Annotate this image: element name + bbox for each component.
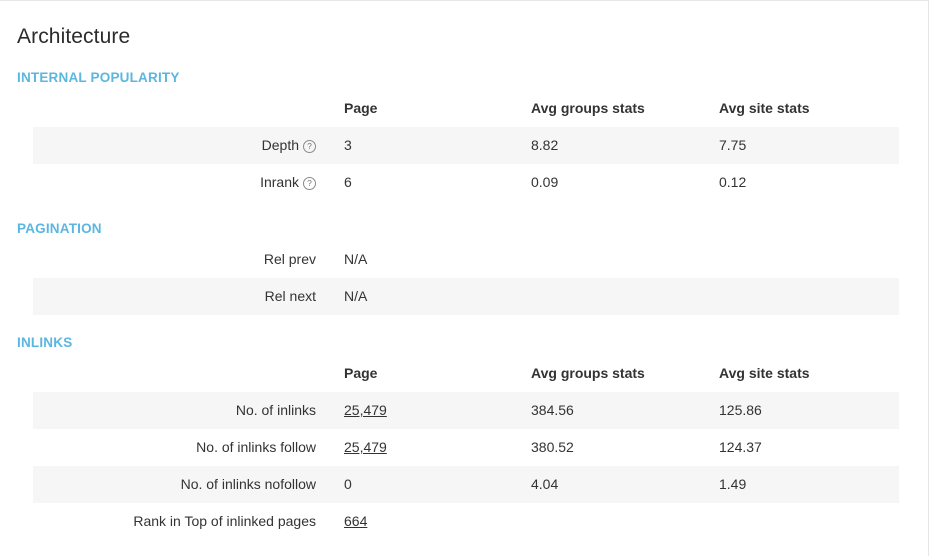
cell-avg-site: 125.86 (719, 402, 762, 418)
cell-page: 6 (344, 174, 352, 190)
row-label-inlinks: No. of inlinks (235, 402, 316, 418)
column-header-avg-groups: Avg groups stats (531, 365, 645, 381)
internal-popularity-table: Page Avg groups stats Avg site stats Dep… (33, 90, 899, 201)
inlinks-table: Page Avg groups stats Avg site stats No.… (33, 355, 899, 540)
table-row-inrank: Inrank? 6 0.09 0.12 (33, 164, 899, 201)
pagination-table: Rel prev N/A Rel next N/A (33, 241, 899, 315)
inlinks-page-link[interactable]: 25,479 (344, 402, 387, 418)
column-header-page: Page (344, 365, 378, 381)
help-circle-icon[interactable]: ? (303, 177, 316, 190)
column-header-avg-site: Avg site stats (719, 365, 810, 381)
cell-avg-site: 0.12 (719, 174, 747, 190)
row-label-inlinks-follow: No. of inlinks follow (196, 439, 316, 455)
cell-page: N/A (344, 251, 368, 267)
help-circle-icon[interactable]: ? (303, 140, 316, 153)
panel-title: Architecture (17, 25, 131, 48)
row-label-rank-top-inlinked: Rank in Top of inlinked pages (133, 513, 316, 529)
cell-avg-groups: 0.09 (531, 174, 559, 190)
section-title-pagination: PAGINATION (17, 221, 102, 236)
cell-page: 0 (344, 476, 352, 492)
cell-avg-site: 1.49 (719, 476, 747, 492)
table-row-rank-top-inlinked: Rank in Top of inlinked pages 664 (33, 503, 899, 540)
column-header-avg-groups: Avg groups stats (531, 100, 645, 116)
table-header-row: Page Avg groups stats Avg site stats (33, 355, 899, 392)
cell-avg-groups: 8.82 (531, 137, 559, 153)
section-title-internal-popularity: INTERNAL POPULARITY (17, 70, 180, 85)
table-header-row: Page Avg groups stats Avg site stats (33, 90, 899, 127)
rank-top-inlinked-link[interactable]: 664 (344, 513, 367, 529)
row-label-inrank: Inrank? (260, 164, 316, 201)
cell-page: 25,479 (344, 429, 387, 466)
architecture-panel: Architecture INTERNAL POPULARITY Page Av… (0, 0, 929, 556)
cell-page: 664 (344, 503, 367, 540)
column-header-avg-site: Avg site stats (719, 100, 810, 116)
row-label-depth: Depth? (262, 127, 316, 164)
cell-avg-groups: 380.52 (531, 439, 574, 455)
row-label-inlinks-nofollow: No. of inlinks nofollow (180, 476, 316, 492)
cell-avg-site: 124.37 (719, 439, 762, 455)
table-row-inlinks: No. of inlinks 25,479 384.56 125.86 (33, 392, 899, 429)
cell-page: N/A (344, 288, 368, 304)
table-row-inlinks-nofollow: No. of inlinks nofollow 0 4.04 1.49 (33, 466, 899, 503)
section-title-inlinks: INLINKS (17, 335, 73, 350)
cell-avg-groups: 4.04 (531, 476, 559, 492)
row-label-rel-next: Rel next (264, 288, 316, 304)
table-row-inlinks-follow: No. of inlinks follow 25,479 380.52 124.… (33, 429, 899, 466)
table-row-depth: Depth? 3 8.82 7.75 (33, 127, 899, 164)
cell-avg-site: 7.75 (719, 137, 747, 153)
cell-page: 25,479 (344, 392, 387, 429)
cell-page: 3 (344, 137, 352, 153)
table-row-rel-prev: Rel prev N/A (33, 241, 899, 278)
column-header-page: Page (344, 100, 378, 116)
inlinks-follow-page-link[interactable]: 25,479 (344, 439, 387, 455)
table-row-rel-next: Rel next N/A (33, 278, 899, 315)
cell-avg-groups: 384.56 (531, 402, 574, 418)
row-label-rel-prev: Rel prev (263, 251, 316, 267)
